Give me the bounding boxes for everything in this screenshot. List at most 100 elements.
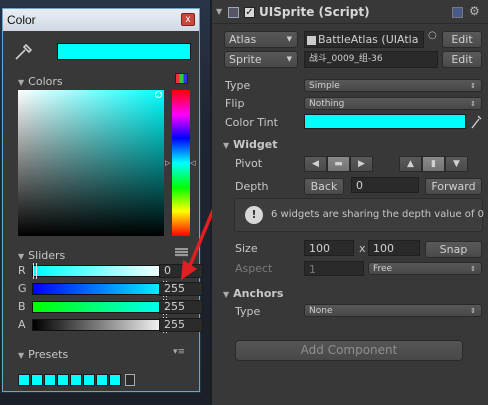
component-enabled-checkbox[interactable]: ✓ (244, 7, 255, 18)
snap-button[interactable]: Snap (425, 241, 482, 258)
type-dropdown[interactable]: Simple ⇕ (304, 79, 482, 92)
slider-b-track[interactable] (32, 299, 168, 315)
aspect-mode-dropdown[interactable]: Free ⇕ (368, 262, 482, 275)
depth-back-button[interactable]: Back (304, 178, 344, 195)
size-label: Size (235, 242, 258, 255)
slider-r-track[interactable] (32, 263, 168, 279)
component-title: UISprite (Script) (259, 5, 370, 19)
current-color-swatch (57, 43, 191, 60)
sv-picker-knob[interactable] (155, 91, 162, 98)
sprite-edit-button[interactable]: Edit (442, 51, 482, 68)
saturation-value-picker[interactable] (18, 90, 164, 236)
gear-icon[interactable]: ⚙ (469, 4, 480, 18)
slider-mode-icon[interactable] (175, 248, 188, 257)
anchors-section-header[interactable]: ▼ Anchors (223, 287, 283, 300)
depth-label: Depth (235, 180, 269, 193)
updown-icon: ⇕ (470, 307, 476, 315)
slider-a-value[interactable]: 255 (159, 318, 203, 332)
pivot-label: Pivot (235, 157, 263, 170)
slider-b: B 255 (18, 299, 203, 315)
updown-icon: ⇕ (470, 82, 476, 90)
atlas-edit-button[interactable]: Edit (442, 31, 482, 48)
color-window-title: Color (7, 13, 36, 27)
type-label: Type (225, 79, 251, 92)
depth-info-box: ! 6 widgets are sharing the depth value … (234, 198, 484, 232)
size-separator: x (359, 242, 366, 255)
slider-r: R 0 (18, 263, 203, 279)
close-icon[interactable]: x (181, 13, 195, 26)
color-mode-icon[interactable] (175, 73, 188, 84)
help-book-icon[interactable] (452, 7, 463, 18)
presets-menu-icon[interactable]: ▾≡ (173, 347, 185, 357)
color-picker-window: Color x ▼ Colors ▷ ◁ ▼ Sliders R 0 G 255 B (2, 8, 203, 392)
slider-g-label: G (18, 282, 27, 295)
anchors-type-label: Type (235, 305, 261, 318)
preset-swatch[interactable] (18, 374, 30, 386)
preset-swatch[interactable] (44, 374, 56, 386)
slider-a: A 255 (18, 317, 203, 333)
eyedropper-icon[interactable] (470, 114, 482, 129)
preset-swatch[interactable] (96, 374, 108, 386)
slider-r-thumb[interactable] (33, 263, 37, 279)
pivot-bottom-button[interactable]: ▼ (445, 156, 468, 172)
sprite-name-field[interactable]: 战斗_0009_组-36 (304, 51, 438, 68)
color-tint-field[interactable] (304, 114, 466, 129)
pivot-horizontal-group: ◀ ▬ ▶ (304, 156, 373, 172)
collapse-triangle-icon: ▼ (18, 78, 25, 87)
sprite-dropdown[interactable]: Sprite ▼ (224, 51, 298, 68)
slider-b-value[interactable]: 255 (159, 300, 203, 314)
slider-a-track[interactable] (32, 317, 168, 333)
pivot-center-button[interactable]: ▬ (327, 156, 350, 172)
object-picker-icon[interactable]: ○ (428, 30, 437, 41)
widget-section-header[interactable]: ▼ Widget (223, 138, 278, 151)
collapse-triangle-icon: ▼ (18, 351, 25, 360)
updown-icon: ⇕ (470, 100, 476, 108)
color-window-titlebar[interactable]: Color x (3, 9, 199, 31)
aspect-label: Aspect (235, 262, 273, 275)
presets-row (18, 374, 135, 386)
component-header[interactable]: ▼ ✓ UISprite (Script) ⚙ (212, 0, 488, 24)
info-icon: ! (245, 206, 263, 224)
presets-section-header[interactable]: ▼ Presets (18, 348, 68, 361)
hue-slider[interactable] (172, 90, 190, 236)
depth-value-field[interactable]: 0 (351, 177, 419, 193)
chevron-down-icon: ▼ (286, 55, 292, 63)
script-component-icon (228, 7, 239, 18)
anchors-type-dropdown[interactable]: None ⇕ (304, 304, 482, 317)
slider-a-label: A (18, 318, 26, 331)
size-width-field[interactable]: 100 (304, 240, 354, 256)
flip-dropdown[interactable]: Nothing ⇕ (304, 97, 482, 110)
slider-g-value[interactable]: 255 (159, 282, 203, 296)
size-height-field[interactable]: 100 (368, 240, 420, 256)
atlas-object-field[interactable]: BattleAtlas (UIAtla (304, 31, 424, 48)
eyedropper-icon[interactable] (13, 43, 33, 61)
pivot-top-button[interactable]: ▲ (399, 156, 422, 172)
pivot-vertical-group: ▲ ▮ ▼ (399, 156, 468, 172)
preset-swatch[interactable] (70, 374, 82, 386)
add-component-button[interactable]: Add Component (235, 340, 463, 361)
slider-b-label: B (18, 300, 26, 313)
hue-right-arrow-icon: ◁ (190, 159, 196, 167)
fold-triangle-icon[interactable]: ▼ (216, 7, 222, 16)
color-tint-label: Color Tint (225, 116, 278, 129)
collapse-triangle-icon: ▼ (223, 290, 230, 299)
depth-forward-button[interactable]: Forward (425, 178, 482, 195)
slider-r-value[interactable]: 0 (159, 264, 203, 278)
preset-swatch[interactable] (31, 374, 43, 386)
pivot-middle-button[interactable]: ▮ (422, 156, 445, 172)
slider-r-label: R (18, 264, 26, 277)
sliders-section-header[interactable]: ▼ Sliders (18, 249, 65, 262)
preset-swatch[interactable] (109, 374, 121, 386)
updown-icon: ⇕ (470, 265, 476, 273)
aspect-value-field[interactable]: 1 (304, 261, 364, 276)
slider-g-track[interactable] (32, 281, 168, 297)
add-preset-button[interactable] (125, 374, 135, 386)
hue-left-arrow-icon: ▷ (165, 159, 171, 167)
atlas-asset-icon (307, 35, 316, 45)
preset-swatch[interactable] (57, 374, 69, 386)
pivot-right-button[interactable]: ▶ (350, 156, 373, 172)
preset-swatch[interactable] (83, 374, 95, 386)
pivot-left-button[interactable]: ◀ (304, 156, 327, 172)
atlas-dropdown[interactable]: Atlas ▼ (224, 31, 298, 48)
colors-section-header[interactable]: ▼ Colors (18, 75, 63, 88)
